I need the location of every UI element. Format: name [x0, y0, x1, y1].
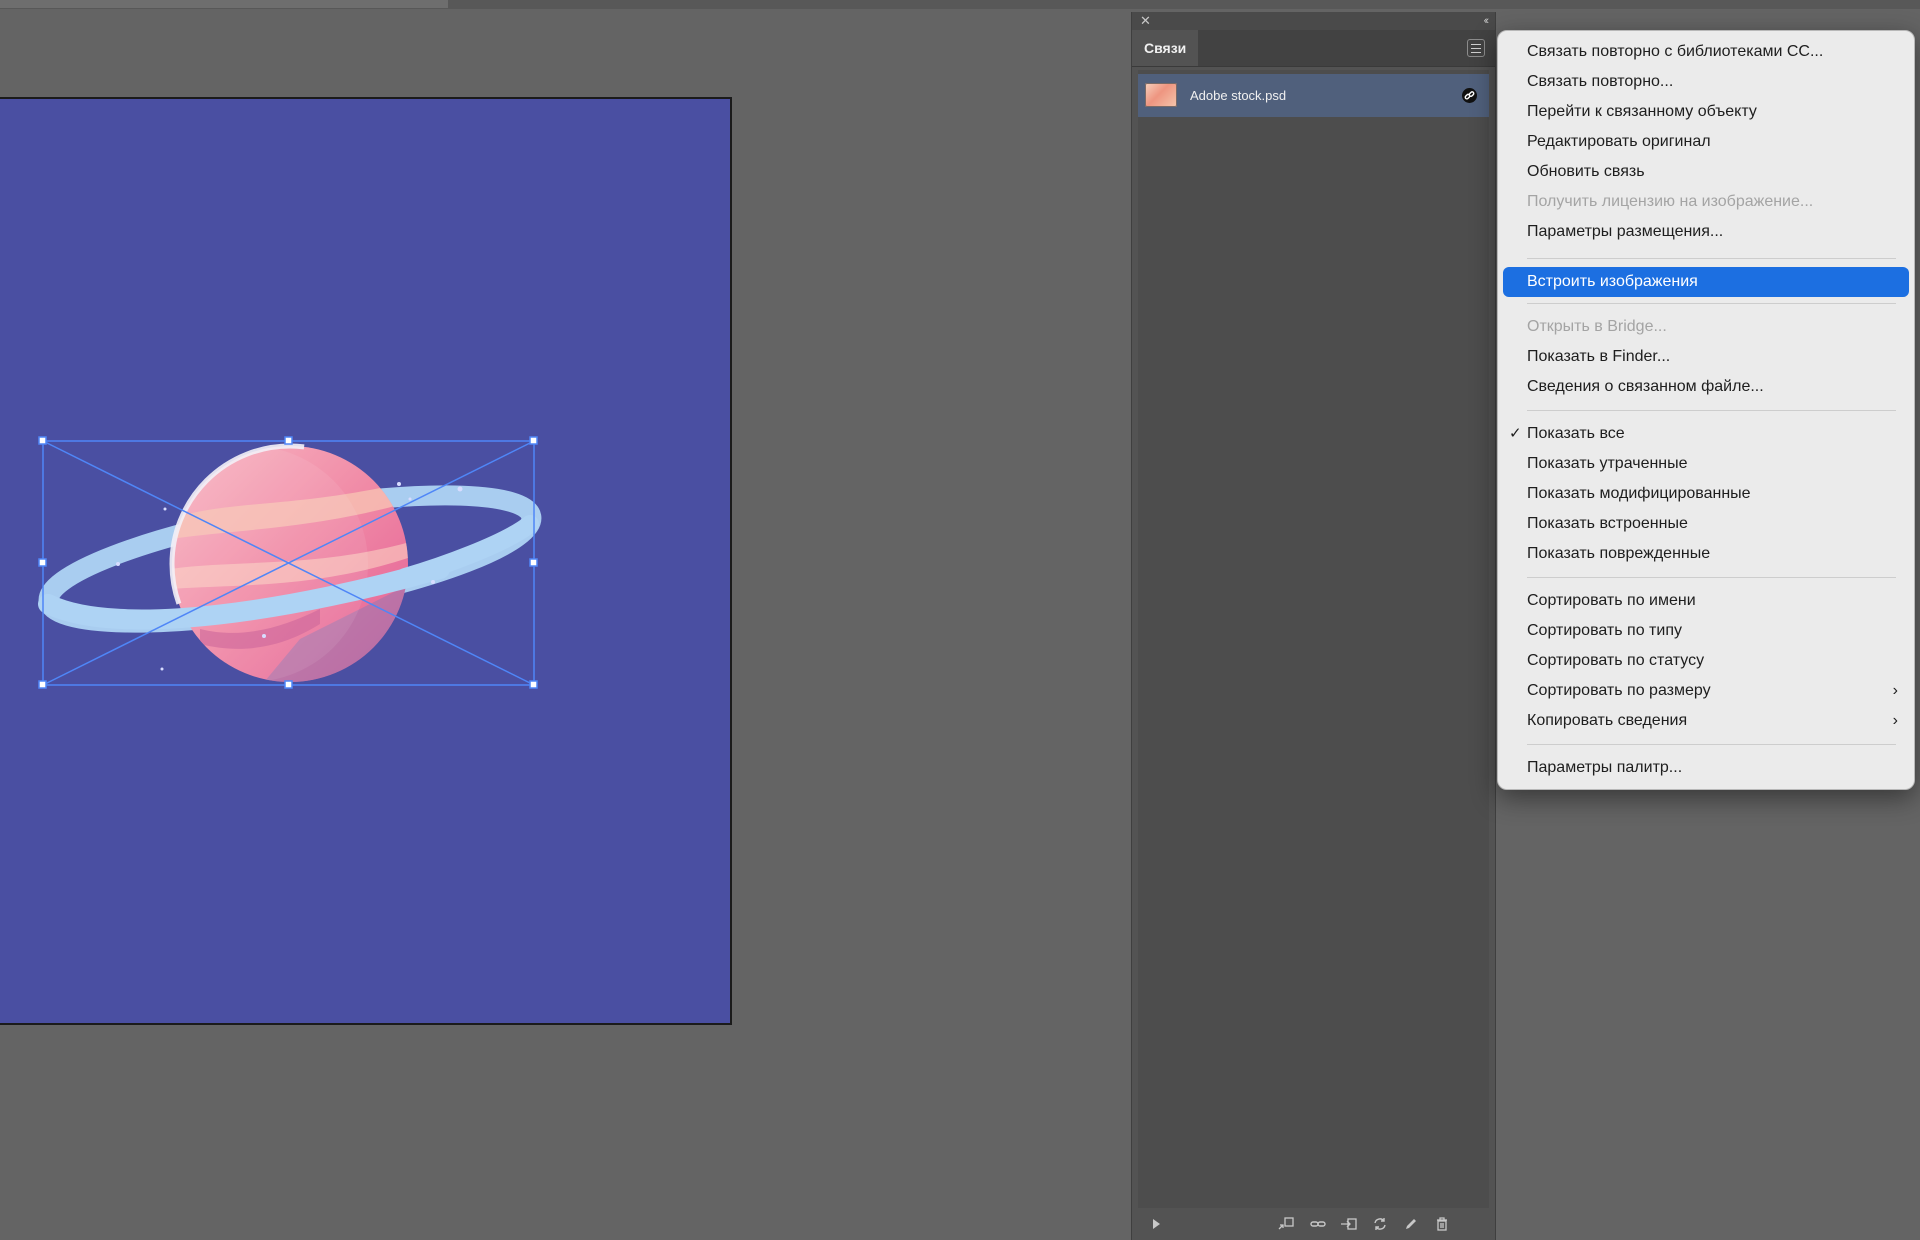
menu-item-embed-images[interactable]: Встроить изображения	[1503, 267, 1909, 297]
relink-icon[interactable]	[1309, 1216, 1327, 1232]
menu-item-edit-original[interactable]: Редактировать оригинал	[1498, 127, 1914, 157]
menu-item-relink-cc-libraries[interactable]: Связать повторно с библиотеками CC...	[1498, 37, 1914, 67]
close-icon[interactable]: ✕	[1140, 13, 1151, 29]
edit-original-icon[interactable]	[1402, 1216, 1420, 1232]
menu-item-update-link[interactable]: Обновить связь	[1498, 157, 1914, 187]
menu-separator	[1527, 303, 1896, 304]
link-name: Adobe stock.psd	[1190, 88, 1287, 103]
menu-item-show-damaged[interactable]: Показать поврежденные	[1498, 539, 1914, 569]
link-row[interactable]: Adobe stock.psd	[1138, 74, 1489, 117]
menu-item-panel-options[interactable]: Параметры палитр...	[1498, 753, 1914, 783]
document-tab-bar	[0, 0, 1920, 9]
play-icon[interactable]	[1148, 1216, 1166, 1232]
links-list	[1138, 70, 1489, 1220]
artboard[interactable]	[0, 97, 732, 1025]
menu-item-show-missing[interactable]: Показать утраченные	[1498, 449, 1914, 479]
chevron-right-icon: ›	[1892, 682, 1898, 699]
menu-separator	[1527, 744, 1896, 745]
menu-item-show-embedded[interactable]: Показать встроенные	[1498, 509, 1914, 539]
menu-item-sort-by-size[interactable]: Сортировать по размеру ›	[1498, 676, 1914, 706]
menu-item-sort-by-name[interactable]: Сортировать по имени	[1498, 586, 1914, 616]
panel-titlebar: ✕ ‹‹	[1132, 12, 1495, 30]
menu-item-show-modified[interactable]: Показать модифицированные	[1498, 479, 1914, 509]
menu-separator	[1527, 258, 1896, 259]
checkmark-icon: ✓	[1509, 425, 1522, 442]
menu-item-open-in-bridge: Открыть в Bridge...	[1527, 318, 1667, 335]
menu-item-sort-by-type[interactable]: Сортировать по типу	[1498, 616, 1914, 646]
links-panel: ✕ ‹‹ Связи Adobe stock.psd	[1131, 12, 1496, 1240]
double-chevron-icon[interactable]: ‹‹	[1484, 13, 1490, 29]
go-to-link-icon[interactable]	[1340, 1216, 1358, 1232]
menu-item-license-image: Получить лицензию на изображение...	[1527, 193, 1814, 210]
relink-cc-icon[interactable]	[1277, 1216, 1295, 1232]
menu-item-copy-info[interactable]: Копировать сведения ›	[1498, 706, 1914, 736]
linked-icon[interactable]	[1462, 88, 1477, 103]
chevron-right-icon: ›	[1892, 712, 1898, 729]
panel-footer	[1132, 1208, 1495, 1240]
menu-item-show-all[interactable]: ✓ Показать все	[1498, 419, 1914, 449]
menu-separator	[1527, 410, 1896, 411]
update-link-icon[interactable]	[1371, 1216, 1389, 1232]
hamburger-icon[interactable]	[1467, 39, 1485, 57]
menu-item-sort-by-status[interactable]: Сортировать по статусу	[1498, 646, 1914, 676]
document-tab[interactable]	[0, 0, 448, 8]
menu-item-link-file-info[interactable]: Сведения о связанном файле...	[1498, 372, 1914, 402]
trash-icon[interactable]	[1433, 1216, 1451, 1232]
menu-item-reveal-in-finder[interactable]: Показать в Finder...	[1498, 342, 1914, 372]
planet-artwork[interactable]	[0, 99, 734, 1027]
menu-item-relink[interactable]: Связать повторно...	[1498, 67, 1914, 97]
link-thumbnail	[1145, 83, 1177, 107]
menu-item-go-to-link[interactable]: Перейти к связанному объекту	[1498, 97, 1914, 127]
menu-item-placement-options[interactable]: Параметры размещения...	[1498, 217, 1914, 247]
menu-separator	[1527, 577, 1896, 578]
panel-context-menu: Связать повторно с библиотеками CC... Св…	[1497, 30, 1915, 790]
panel-tab-row: Связи	[1132, 30, 1495, 67]
tab-links[interactable]: Связи	[1132, 30, 1199, 66]
